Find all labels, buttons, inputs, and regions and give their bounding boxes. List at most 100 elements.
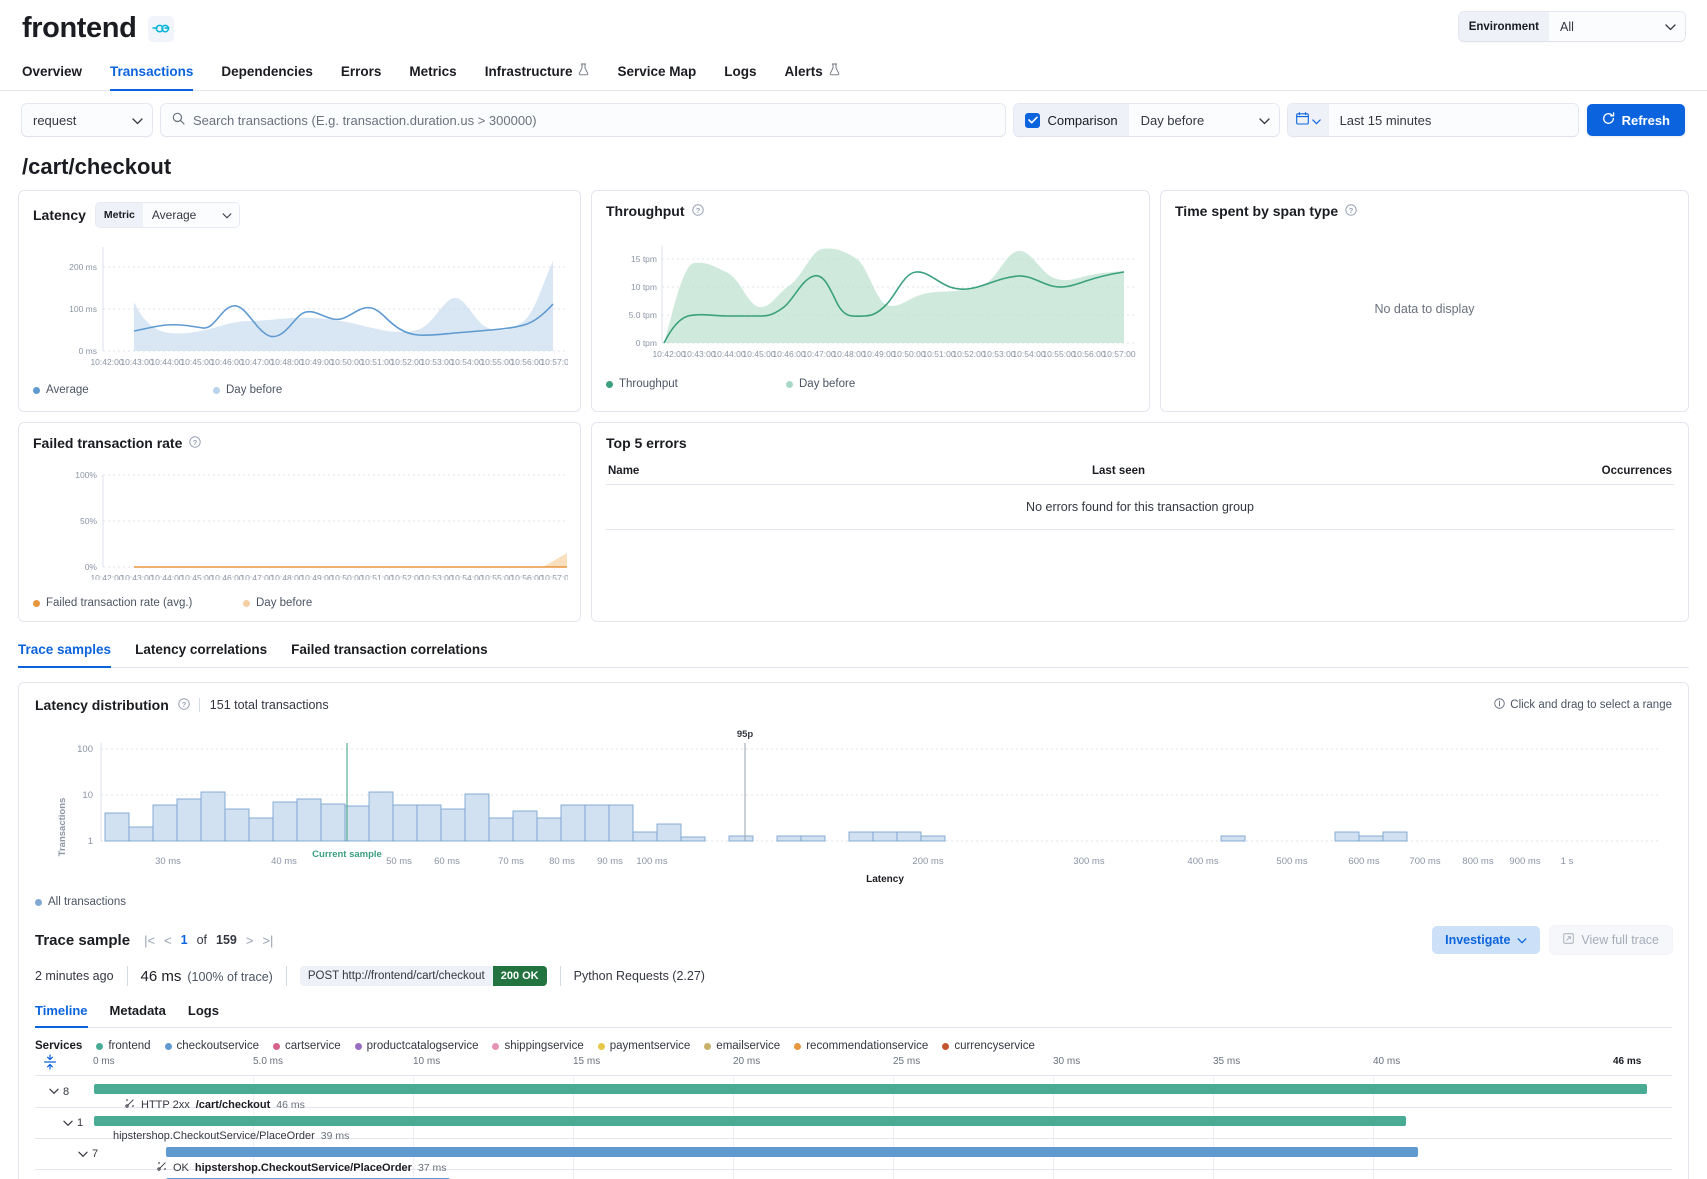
- subtab-trace-samples[interactable]: Trace samples: [18, 638, 112, 668]
- latency-chart[interactable]: 0 ms 100 ms 200 ms 10:42:00 10:43:00 10:…: [33, 233, 574, 373]
- nav-tab-metrics[interactable]: Metrics: [409, 57, 456, 90]
- transaction-type-select[interactable]: request: [22, 104, 152, 136]
- investigate-button[interactable]: Investigate: [1432, 926, 1541, 954]
- tab-timeline[interactable]: Timeline: [35, 1000, 88, 1028]
- service-legend-item[interactable]: frontend: [96, 1040, 151, 1052]
- column-header-occurrences[interactable]: Occurrences: [1552, 465, 1672, 477]
- row-accordion-toggle[interactable]: 1: [93, 1170, 113, 1179]
- waterfall-bar[interactable]: [94, 1116, 1406, 1126]
- svg-text:10: 10: [82, 790, 93, 801]
- last-page-button[interactable]: >|: [262, 933, 273, 948]
- environment-filter[interactable]: Environment All: [1458, 12, 1685, 41]
- service-legend-item[interactable]: cartservice: [273, 1040, 341, 1052]
- svg-text:Latency: Latency: [866, 874, 904, 885]
- svg-text:Transactions: Transactions: [57, 798, 68, 857]
- legend-item[interactable]: Throughput: [606, 378, 786, 390]
- service-legend-item[interactable]: emailservice: [704, 1040, 780, 1052]
- waterfall-bar[interactable]: [166, 1147, 1418, 1157]
- collapse-all-icon[interactable]: [43, 1054, 57, 1073]
- svg-text:10:56:00: 10:56:00: [510, 357, 543, 367]
- svg-text:200 ms: 200 ms: [912, 856, 943, 867]
- distribution-legend: All transactions: [35, 894, 1672, 918]
- latency-metric-select[interactable]: Metric Average: [95, 203, 240, 227]
- legend-item[interactable]: Failed transaction rate (avg.): [33, 597, 243, 609]
- legend-item[interactable]: Day before: [243, 597, 423, 609]
- refresh-button[interactable]: Refresh: [1586, 104, 1685, 136]
- svg-text:10:56:00: 10:56:00: [1072, 349, 1105, 359]
- legend-item[interactable]: Average: [33, 384, 213, 396]
- latency-panel: Latency Metric Average 0 ms 100 ms 200 m…: [18, 190, 581, 412]
- nav-tab-infrastructure[interactable]: Infrastructure: [485, 57, 590, 90]
- top-errors-title: Top 5 errors: [606, 435, 687, 451]
- help-icon[interactable]: ?: [189, 435, 202, 451]
- svg-text:10:54:00: 10:54:00: [450, 573, 483, 580]
- nav-tab-errors[interactable]: Errors: [341, 57, 382, 90]
- ruler-tick: 10 ms: [413, 1056, 441, 1067]
- prev-page-button[interactable]: <: [164, 933, 172, 948]
- waterfall-row[interactable]: 1 hipstershop.CheckoutService/PlaceOrder…: [35, 1108, 1672, 1142]
- nav-tab-logs[interactable]: Logs: [724, 57, 756, 90]
- waterfall-row[interactable]: 8 HTTP 2xx /cart/checkout 46 ms: [35, 1076, 1672, 1111]
- comparison-select[interactable]: Day before: [1128, 104, 1279, 136]
- page-of-label: of: [196, 933, 208, 947]
- legend-dot: [164, 1042, 172, 1050]
- service-legend-item[interactable]: paymentservice: [597, 1040, 690, 1052]
- subtab-latency-correlations[interactable]: Latency correlations: [135, 638, 267, 667]
- svg-text:10:43:00: 10:43:00: [682, 349, 715, 359]
- legend-label: Day before: [226, 384, 283, 396]
- failed-rate-chart[interactable]: 0% 50% 100% 10:42:00 10:43:00 10:44:00 1…: [33, 455, 574, 583]
- nav-tab-overview[interactable]: Overview: [22, 57, 82, 90]
- service-name-label: emailservice: [716, 1040, 781, 1052]
- view-full-trace-button[interactable]: View full trace: [1550, 926, 1672, 954]
- svg-text:10:49:00: 10:49:00: [300, 357, 333, 367]
- nav-tab-dependencies[interactable]: Dependencies: [221, 57, 313, 90]
- row-accordion-toggle[interactable]: 8: [49, 1076, 69, 1107]
- waterfall-bar[interactable]: [94, 1084, 1647, 1094]
- waterfall-row[interactable]: 7 OK hipstershop.CheckoutService/PlaceOr…: [35, 1139, 1672, 1174]
- svg-text:300 ms: 300 ms: [1073, 856, 1104, 867]
- comparison-checkbox[interactable]: Comparison: [1014, 104, 1129, 136]
- nav-tab-service-map[interactable]: Service Map: [617, 57, 696, 90]
- help-icon[interactable]: ?: [691, 203, 704, 219]
- latency-distribution-chart[interactable]: Transactions 100 10 1 Current sample 95p…: [35, 719, 1673, 891]
- nav-tab-alerts[interactable]: Alerts: [785, 57, 840, 90]
- legend-dot: [704, 1042, 712, 1050]
- service-legend-item[interactable]: shippingservice: [492, 1040, 584, 1052]
- svg-text:30 ms: 30 ms: [155, 856, 181, 867]
- date-picker[interactable]: Last 15 minutes: [1287, 104, 1578, 136]
- column-header-name[interactable]: Name: [608, 465, 1092, 477]
- calendar-icon-button[interactable]: [1287, 104, 1329, 136]
- waterfall-row[interactable]: 1 hipstershop.CartService/GetCart 8.3 ms: [35, 1170, 1672, 1179]
- service-legend-item[interactable]: currencyservice: [942, 1040, 1035, 1052]
- throughput-chart[interactable]: 0 tpm 5.0 tpm 10 tpm 15 tpm 10:42:00 10:…: [606, 227, 1137, 367]
- top-errors-table-header: Name Last seen Occurrences: [606, 465, 1674, 484]
- environment-select[interactable]: All: [1549, 12, 1685, 41]
- tab-logs[interactable]: Logs: [188, 1000, 219, 1027]
- service-name-label: checkoutservice: [176, 1040, 259, 1052]
- legend-item[interactable]: Day before: [213, 384, 393, 396]
- help-icon[interactable]: ?: [1345, 203, 1357, 219]
- subtab-label: Latency correlations: [135, 642, 268, 657]
- nav-tab-transactions[interactable]: Transactions: [110, 57, 194, 91]
- search-input[interactable]: [193, 112, 995, 128]
- row-accordion-toggle[interactable]: 7: [78, 1139, 98, 1169]
- tab-metadata[interactable]: Metadata: [110, 1000, 166, 1027]
- legend-dot: [243, 599, 250, 607]
- legend-item[interactable]: All transactions: [35, 896, 215, 908]
- search-bar[interactable]: [161, 104, 1006, 136]
- help-icon[interactable]: ?: [178, 697, 190, 713]
- column-header-last-seen[interactable]: Last seen: [1092, 465, 1552, 477]
- comparison-control[interactable]: Comparison Day before: [1014, 104, 1279, 136]
- service-legend-item[interactable]: checkoutservice: [164, 1040, 259, 1052]
- row-accordion-toggle[interactable]: 1: [63, 1108, 83, 1138]
- next-page-button[interactable]: >: [246, 933, 254, 948]
- top-errors-panel: Top 5 errors Name Last seen Occurrences …: [591, 422, 1689, 622]
- svg-text:10:57:00: 10:57:00: [540, 357, 568, 367]
- service-legend-item[interactable]: productcatalogservice: [354, 1040, 478, 1052]
- svg-text:10:48:00: 10:48:00: [832, 349, 865, 359]
- time-range-value[interactable]: Last 15 minutes: [1328, 104, 1578, 136]
- service-legend-item[interactable]: recommendationservice: [794, 1040, 928, 1052]
- first-page-button[interactable]: |<: [144, 933, 155, 948]
- subtab-failed-transaction-correlations[interactable]: Failed transaction correlations: [291, 638, 488, 667]
- legend-item[interactable]: Day before: [786, 378, 966, 390]
